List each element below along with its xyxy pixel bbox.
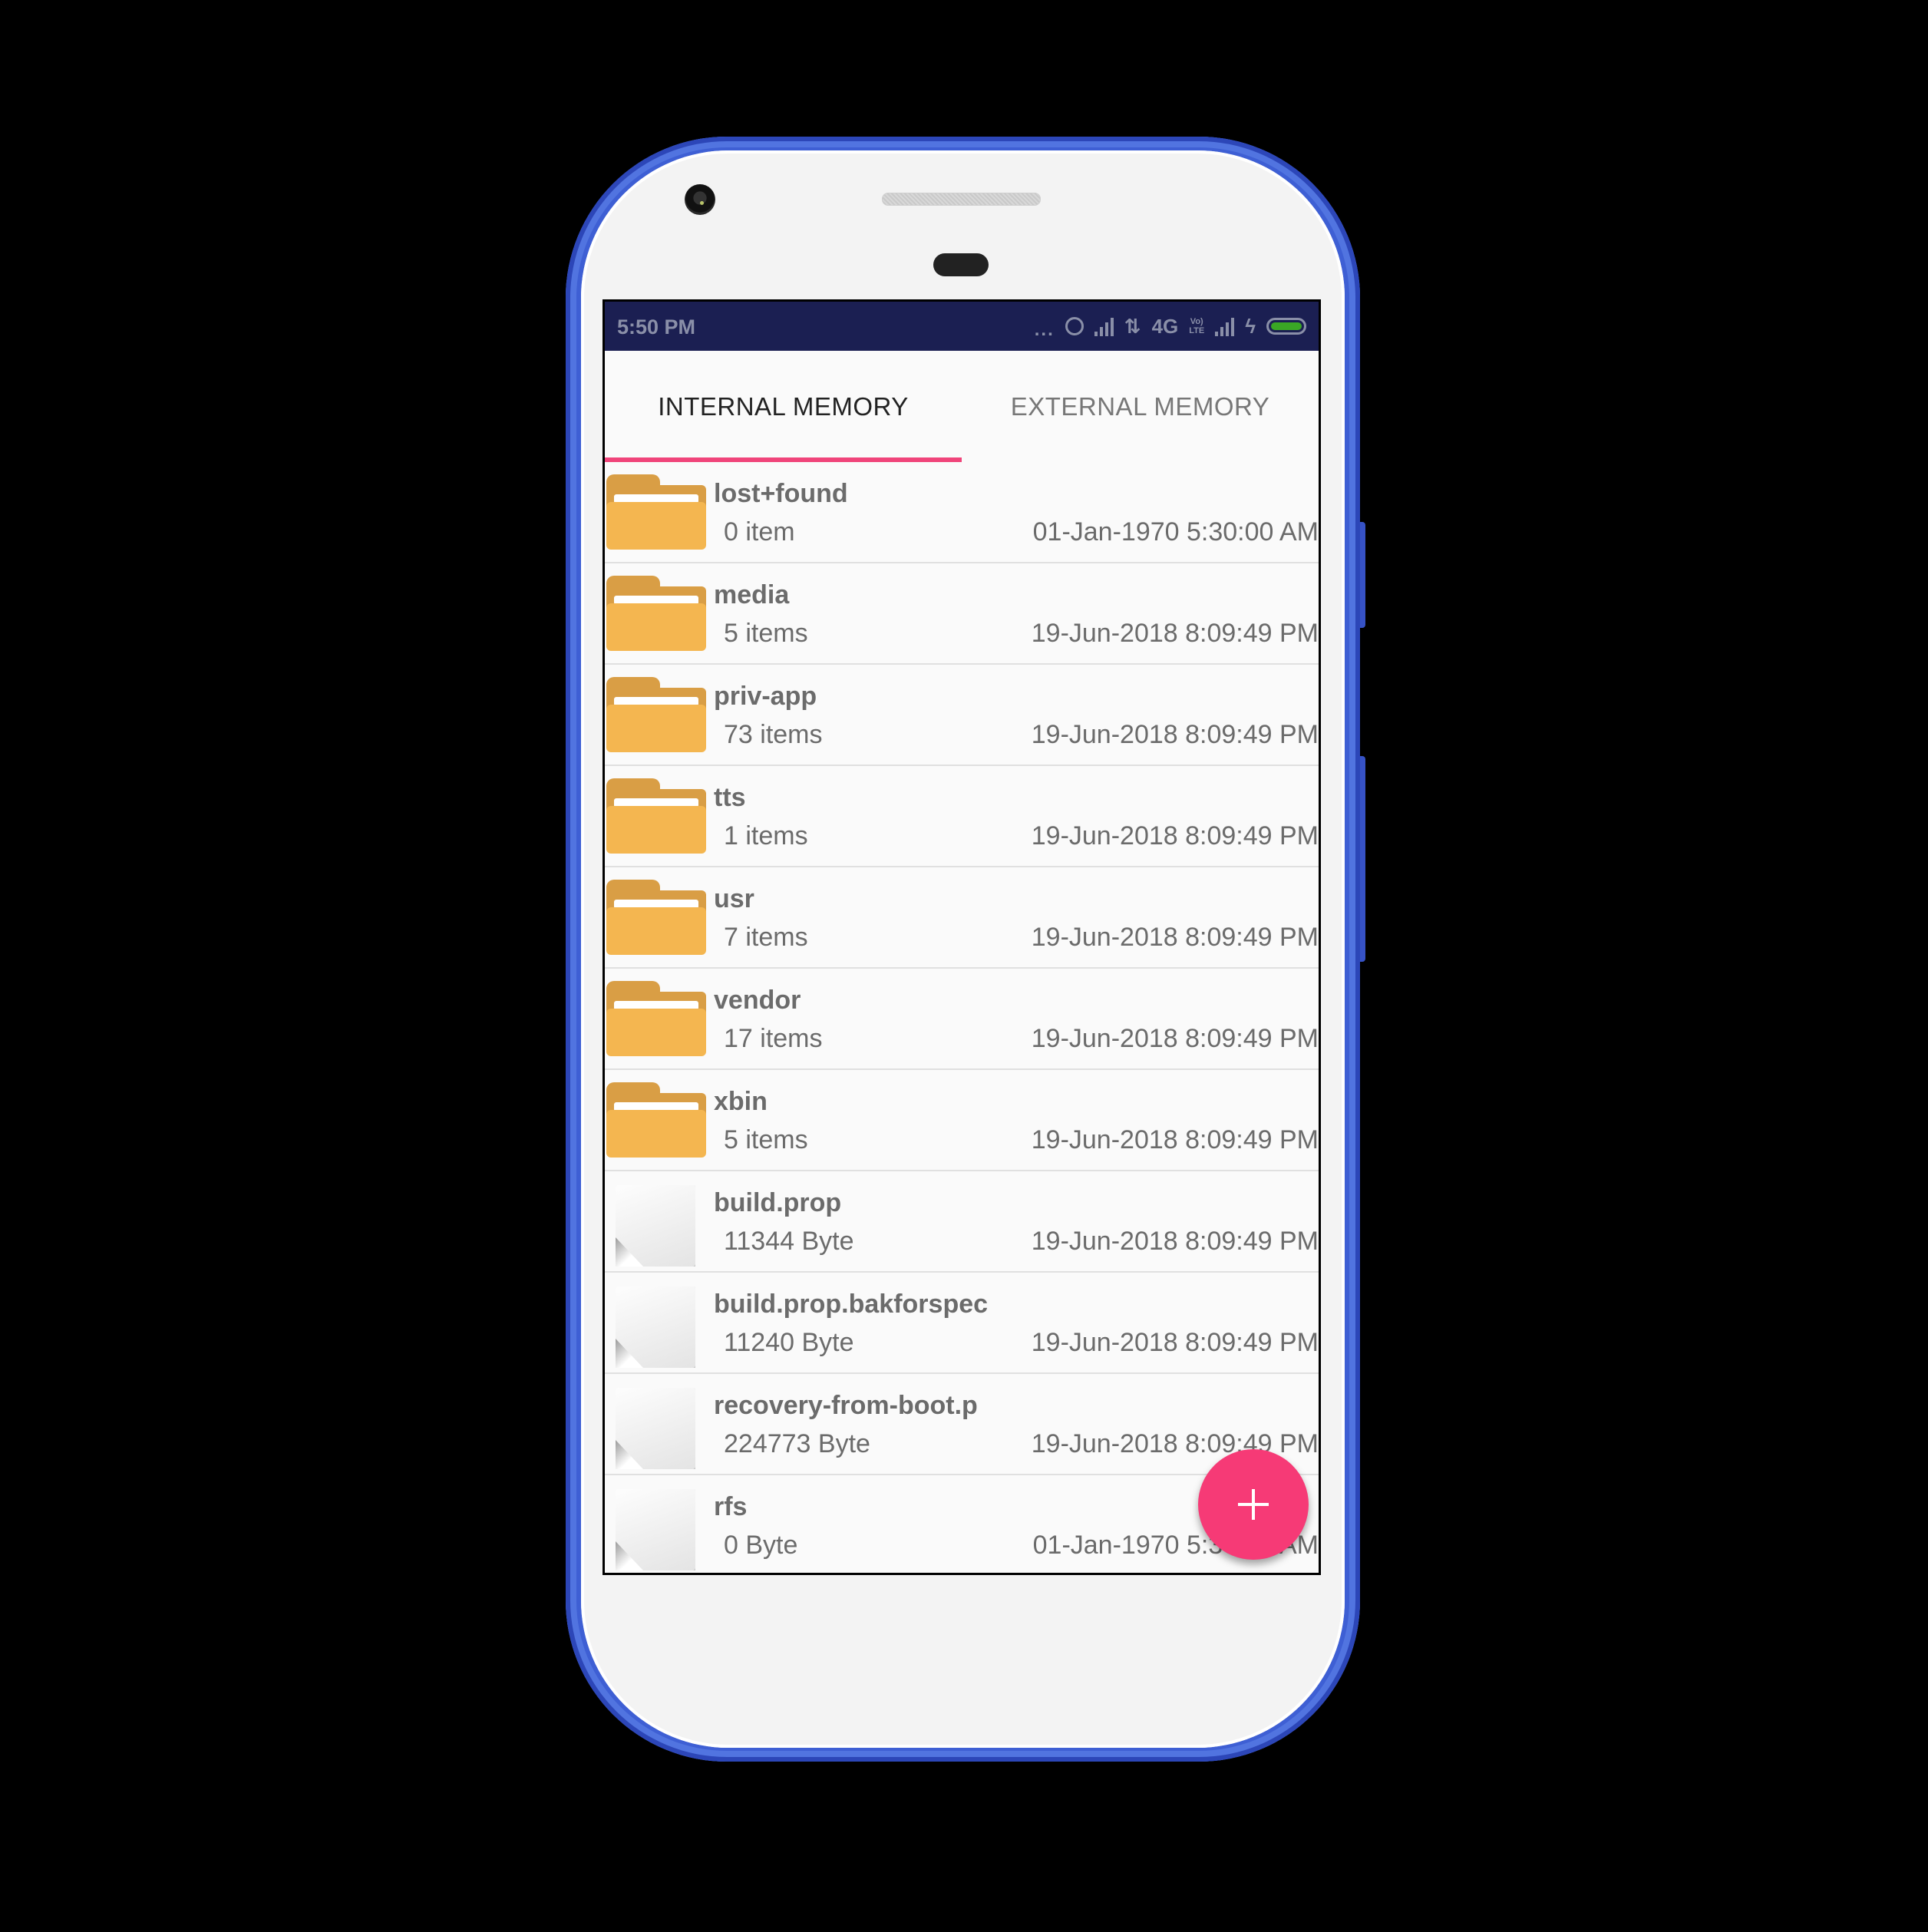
volte-bottom: LTE — [1189, 326, 1205, 335]
plus-icon — [1238, 1489, 1269, 1520]
folder-icon — [606, 677, 706, 752]
folder-front — [606, 705, 706, 752]
item-size: 1 items — [724, 821, 808, 850]
power-button — [1360, 522, 1365, 628]
item-date: 19-Jun-2018 8:09:49 PM — [1031, 1125, 1319, 1154]
item-size: 7 items — [724, 923, 808, 952]
folder-row[interactable]: usr 7 items 19-Jun-2018 8:09:49 PM — [605, 867, 1319, 969]
alarm-icon — [1065, 317, 1084, 335]
folder-front — [606, 1009, 706, 1056]
folder-shape — [606, 778, 706, 854]
folder-front — [606, 1110, 706, 1158]
item-date: 19-Jun-2018 8:09:49 PM — [1031, 720, 1319, 749]
folder-row[interactable]: xbin 5 items 19-Jun-2018 8:09:49 PM — [605, 1070, 1319, 1171]
folder-row[interactable]: lost+found 0 item 01-Jan-1970 5:30:00 AM — [605, 462, 1319, 563]
item-name: vendor — [714, 986, 801, 1015]
item-date: 19-Jun-2018 8:09:49 PM — [1031, 821, 1319, 850]
folder-row[interactable]: tts 1 items 19-Jun-2018 8:09:49 PM — [605, 766, 1319, 867]
folder-shape — [606, 981, 706, 1056]
folder-shape — [606, 474, 706, 550]
proximity-sensor — [933, 253, 989, 276]
item-size: 17 items — [724, 1024, 823, 1053]
item-date: 01-Jan-1970 5:30:00 AM — [1032, 517, 1319, 547]
folder-icon — [606, 778, 706, 854]
signal-icon-2 — [1215, 316, 1235, 336]
item-name: build.prop — [714, 1188, 842, 1217]
add-button[interactable] — [1198, 1449, 1309, 1560]
item-date: 19-Jun-2018 8:09:49 PM — [1031, 1227, 1319, 1256]
data-arrows-icon: ⇅ — [1124, 314, 1141, 338]
file-icon — [606, 1285, 706, 1368]
item-size: 11240 Byte — [724, 1328, 854, 1357]
item-size: 0 item — [724, 517, 795, 547]
folder-icon — [606, 880, 706, 955]
folder-shape — [606, 1082, 706, 1158]
item-size: 0 Byte — [724, 1531, 798, 1560]
item-name: build.prop.bakforspec — [714, 1290, 989, 1319]
item-size: 5 items — [724, 619, 808, 648]
folder-icon — [606, 1082, 706, 1158]
app-screen: 5:50 PM ... ⇅ 4G Vo) LTE ϟ INTERNAL MEMOR… — [602, 299, 1321, 1575]
battery-icon — [1266, 318, 1306, 335]
file-icon — [606, 1184, 706, 1267]
volume-button — [1360, 756, 1365, 962]
file-icon — [606, 1386, 706, 1469]
tab-internal-memory[interactable]: INTERNAL MEMORY — [605, 351, 962, 462]
folder-icon — [606, 474, 706, 550]
folder-front — [606, 806, 706, 854]
item-name: rfs — [714, 1492, 748, 1521]
item-size: 11344 Byte — [724, 1227, 854, 1256]
memory-tabs: INTERNAL MEMORY EXTERNAL MEMORY — [605, 351, 1319, 462]
item-name: media — [714, 580, 790, 609]
item-name: recovery-from-boot.p — [714, 1391, 978, 1420]
status-time: 5:50 PM — [617, 315, 696, 339]
folder-icon — [606, 981, 706, 1056]
signal-icon — [1094, 316, 1114, 336]
item-date: 19-Jun-2018 8:09:49 PM — [1031, 619, 1319, 648]
status-icons: ... ⇅ 4G Vo) LTE ϟ — [1035, 311, 1306, 342]
folder-shape — [606, 880, 706, 955]
folder-front — [606, 502, 706, 550]
folder-row[interactable]: media 5 items 19-Jun-2018 8:09:49 PM — [605, 563, 1319, 665]
file-row[interactable]: build.prop.bakforspec 11240 Byte 19-Jun-20… — [605, 1273, 1319, 1374]
more-dots-icon: ... — [1034, 319, 1055, 340]
status-bar: 5:50 PM ... ⇅ 4G Vo) LTE ϟ — [605, 302, 1319, 351]
file-row[interactable]: recovery-from-boot.p 224773 Byte 19-Jun-20… — [605, 1374, 1319, 1475]
folder-shape — [606, 677, 706, 752]
file-row[interactable]: build.prop 11344 Byte 19-Jun-2018 8:09:49 … — [605, 1171, 1319, 1273]
volte-top: Vo) — [1190, 317, 1203, 326]
folder-icon — [606, 576, 706, 651]
item-name: tts — [714, 783, 746, 812]
item-size: 73 items — [724, 720, 823, 749]
item-size: 224773 Byte — [724, 1429, 870, 1458]
tab-external-memory[interactable]: EXTERNAL MEMORY — [962, 351, 1319, 462]
item-date: 19-Jun-2018 8:09:49 PM — [1031, 1024, 1319, 1053]
item-size: 5 items — [724, 1125, 808, 1154]
charging-icon: ϟ — [1245, 314, 1256, 338]
earpiece-speaker — [882, 193, 1041, 206]
item-date: 19-Jun-2018 8:09:49 PM — [1031, 923, 1319, 952]
volte-icon: Vo) LTE — [1189, 317, 1204, 335]
item-name: lost+found — [714, 479, 848, 508]
front-camera-icon — [685, 184, 715, 215]
item-name: priv-app — [714, 682, 817, 711]
folder-shape — [606, 576, 706, 651]
item-date: 19-Jun-2018 8:09:49 PM — [1031, 1328, 1319, 1357]
folder-row[interactable]: vendor 17 items 19-Jun-2018 8:09:49 PM — [605, 969, 1319, 1070]
file-icon — [606, 1488, 706, 1570]
item-name: xbin — [714, 1087, 768, 1116]
folder-front — [606, 603, 706, 651]
item-name: usr — [714, 884, 754, 913]
folder-front — [606, 907, 706, 955]
folder-row[interactable]: priv-app 73 items 19-Jun-2018 8:09:49 PM — [605, 665, 1319, 766]
network-type: 4G — [1151, 314, 1179, 338]
file-list: lost+found 0 item 01-Jan-1970 5:30:00 AM me… — [605, 462, 1319, 1573]
